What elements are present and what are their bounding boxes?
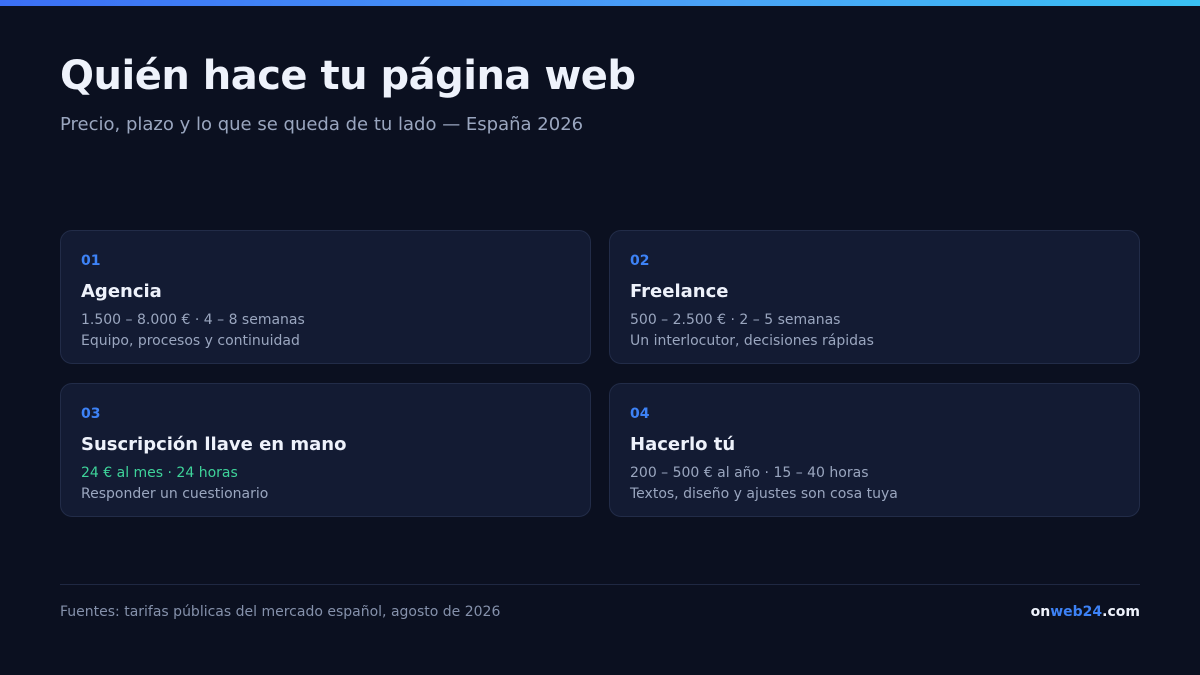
card-price-time: 1.500 – 8.000 € · 4 – 8 semanas (81, 312, 305, 328)
slide: Quién hace tu página web Precio, plazo y… (0, 0, 1200, 675)
card-number: 02 (630, 253, 650, 269)
option-card-suscripcion: 03 Suscripción llave en mano 24 € al mes… (60, 383, 591, 517)
card-description: Textos, diseño y ajustes son cosa tuya (630, 486, 898, 502)
options-grid: 01 Agencia 1.500 – 8.000 € · 4 – 8 seman… (60, 230, 1140, 517)
card-price-time-highlight: 24 € al mes · 24 horas (81, 465, 238, 481)
card-price-time: 500 – 2.500 € · 2 – 5 semanas (630, 312, 841, 328)
card-number: 01 (81, 253, 101, 269)
card-number: 03 (81, 406, 101, 422)
brand-prefix: on (1030, 604, 1051, 620)
card-description: Equipo, procesos y continuidad (81, 333, 300, 349)
card-description: Responder un cuestionario (81, 486, 269, 502)
brand-accent: web24 (1050, 604, 1103, 620)
option-card-agencia: 01 Agencia 1.500 – 8.000 € · 4 – 8 seman… (60, 230, 591, 364)
option-card-freelance: 02 Freelance 500 – 2.500 € · 2 – 5 seman… (609, 230, 1140, 364)
card-title: Hacerlo tú (630, 434, 736, 455)
card-price-time: 200 – 500 € al año · 15 – 40 horas (630, 465, 869, 481)
top-accent-bar (0, 0, 1200, 6)
sources-note: Fuentes: tarifas públicas del mercado es… (60, 604, 501, 620)
card-title: Suscripción llave en mano (81, 434, 347, 455)
card-description: Un interlocutor, decisiones rápidas (630, 333, 874, 349)
page-title: Quién hace tu página web (60, 53, 636, 99)
footer-divider (60, 584, 1140, 585)
brand-logo: onweb24.com (1031, 604, 1140, 620)
card-title: Freelance (630, 281, 729, 302)
brand-suffix: .com (1102, 604, 1140, 620)
page-subtitle: Precio, plazo y lo que se queda de tu la… (60, 114, 584, 135)
card-number: 04 (630, 406, 650, 422)
option-card-hacerlo-tu: 04 Hacerlo tú 200 – 500 € al año · 15 – … (609, 383, 1140, 517)
card-title: Agencia (81, 281, 162, 302)
